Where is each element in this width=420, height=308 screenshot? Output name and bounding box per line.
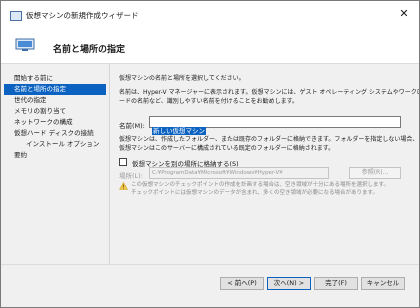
page-banner: 名前と場所の指定 — [1, 31, 419, 64]
nav-step-generation[interactable]: 世代の指定 — [4, 95, 106, 106]
next-button[interactable]: 次へ(N) > — [267, 277, 311, 290]
folder-description-line2: 仮想マシンはこのサーバーに構成されている既定のフォルダーに格納されます。 — [119, 144, 335, 152]
nav-step-installation-options[interactable]: インストール オプション — [4, 139, 106, 150]
page-title: 名前と場所の指定 — [53, 45, 126, 55]
wizard-steps-nav: 開始する前に 名前と場所の指定 世代の指定 メモリの割り当て ネットワークの構成… — [1, 64, 110, 264]
browse-button[interactable]: 参照(R)... — [349, 167, 401, 179]
back-button[interactable]: < 前へ(P) — [220, 277, 264, 290]
hyperv-app-icon — [10, 11, 22, 21]
location-input[interactable]: C:¥ProgramData¥Microsoft¥Windows¥Hyper-V… — [149, 167, 329, 179]
name-input[interactable]: 新しい仮想マシン — [149, 116, 401, 135]
store-elsewhere-checkbox[interactable] — [119, 158, 127, 166]
nav-step-virtual-hard-disk[interactable]: 仮想ハード ディスクの接続 — [4, 128, 106, 139]
nav-step-before-you-begin[interactable]: 開始する前に — [4, 73, 106, 84]
name-description-line2: ードの名前など、識別しやすい名前を付けることをお勧めします。 — [119, 97, 299, 105]
folder-description-line1: 仮想マシンは、作成したフォルダー、または既存のフォルダーに格納できます。フォルダ… — [119, 136, 419, 143]
close-icon[interactable]: ✕ — [397, 7, 411, 21]
checkpoint-warning-line2: チェックポイントには仮想マシンのデータが含まれ、多くの空き領域が必要になる場合が… — [131, 189, 379, 196]
wizard-content: 仮想マシンの名前と場所を選択してください。 名前は、Hyper-V マネージャー… — [113, 64, 419, 264]
window-title: 仮想マシンの新規作成ウィザード — [26, 11, 139, 20]
location-label: 場所(L): — [119, 172, 143, 180]
warning-icon — [119, 182, 128, 190]
cancel-button[interactable]: キャンセル — [361, 277, 405, 290]
checkpoint-warning-line1: この仮想マシンのチェックポイントの作成を計画する場合は、空き領域が十分にある場所… — [131, 182, 389, 188]
name-description-line1: 名前は、Hyper-V マネージャーに表示されます。仮想マシンには、ゲスト オペ… — [119, 89, 420, 96]
intro-text: 仮想マシンの名前と場所を選択してください。 — [119, 75, 245, 82]
wizard-footer: < 前へ(P) 次へ(N) > 完了(F) キャンセル — [1, 264, 419, 307]
nav-step-network[interactable]: ネットワークの構成 — [4, 117, 106, 128]
title-bar: 仮想マシンの新規作成ウィザード ✕ — [1, 1, 419, 31]
nav-step-name-location[interactable]: 名前と場所の指定 — [4, 84, 106, 95]
name-input-value: 新しい仮想マシン — [152, 127, 206, 135]
name-label: 名前(M): — [119, 122, 145, 130]
wizard-window: 仮想マシンの新規作成ウィザード ✕ 名前と場所の指定 開始する前に 名前と場所の… — [0, 0, 420, 308]
virtual-machine-icon — [15, 38, 35, 51]
nav-step-memory[interactable]: メモリの割り当て — [4, 106, 106, 117]
finish-button[interactable]: 完了(F) — [314, 277, 358, 290]
nav-step-summary[interactable]: 要約 — [4, 150, 106, 161]
